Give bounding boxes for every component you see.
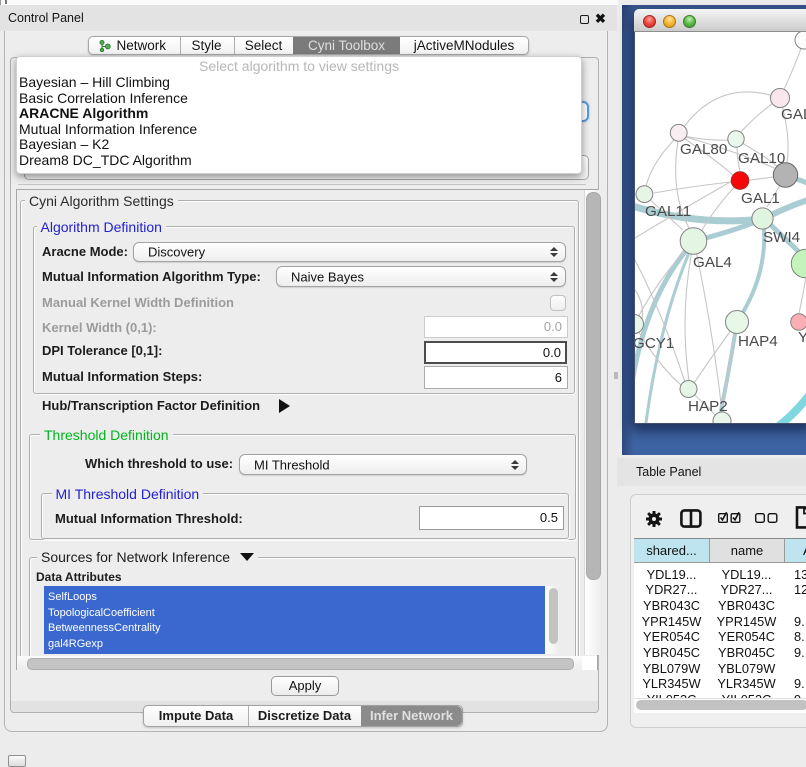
svg-text:HAP4: HAP4 (738, 333, 778, 350)
svg-text:GAL80: GAL80 (680, 141, 727, 158)
svg-text:GAL1: GAL1 (741, 190, 780, 207)
svg-text:Y: Y (798, 329, 806, 346)
svg-text:GAL11: GAL11 (645, 203, 691, 220)
svg-text:SWI4: SWI4 (763, 229, 800, 246)
svg-text:GAL2: GAL2 (781, 106, 806, 123)
svg-text:GAL4: GAL4 (693, 254, 732, 271)
svg-text:GAL10: GAL10 (738, 150, 785, 167)
svg-text:HAP2: HAP2 (688, 398, 728, 415)
svg-text:GCY1: GCY1 (635, 335, 674, 352)
